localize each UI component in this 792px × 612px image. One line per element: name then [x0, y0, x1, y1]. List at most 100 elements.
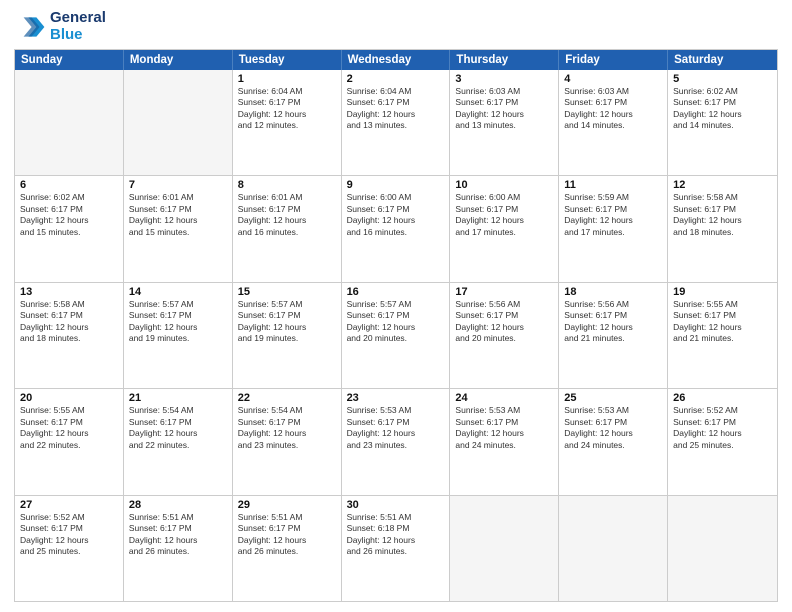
cell-info-line: and 15 minutes.	[129, 227, 227, 238]
cell-info-line: Sunrise: 6:04 AM	[347, 86, 445, 97]
day-number: 14	[129, 286, 227, 298]
cell-info-line: Sunset: 6:17 PM	[564, 417, 662, 428]
weekday-header-wednesday: Wednesday	[342, 50, 451, 70]
cell-info-line: and 25 minutes.	[673, 440, 772, 451]
cell-info-line: Sunset: 6:17 PM	[347, 97, 445, 108]
calendar-body: 1Sunrise: 6:04 AMSunset: 6:17 PMDaylight…	[15, 70, 777, 601]
cell-info-line: Sunrise: 6:01 AM	[129, 192, 227, 203]
cell-info-line: Daylight: 12 hours	[455, 215, 553, 226]
cell-info-line: Sunrise: 5:51 AM	[347, 512, 445, 523]
cell-info-line: Sunrise: 6:03 AM	[455, 86, 553, 97]
day-cell-20: 20Sunrise: 5:55 AMSunset: 6:17 PMDayligh…	[15, 389, 124, 494]
cell-info-line: Sunset: 6:17 PM	[564, 204, 662, 215]
day-number: 23	[347, 392, 445, 404]
cell-info-line: Sunset: 6:17 PM	[129, 417, 227, 428]
day-number: 30	[347, 499, 445, 511]
cell-info-line: Sunset: 6:17 PM	[673, 310, 772, 321]
day-number: 3	[455, 73, 553, 85]
cell-info-line: Daylight: 12 hours	[238, 535, 336, 546]
cell-info-line: Sunset: 6:17 PM	[673, 204, 772, 215]
day-cell-30: 30Sunrise: 5:51 AMSunset: 6:18 PMDayligh…	[342, 496, 451, 601]
day-number: 15	[238, 286, 336, 298]
cell-info-line: Sunset: 6:17 PM	[347, 204, 445, 215]
page: General Blue SundayMondayTuesdayWednesda…	[0, 0, 792, 612]
day-cell-22: 22Sunrise: 5:54 AMSunset: 6:17 PMDayligh…	[233, 389, 342, 494]
weekday-header-saturday: Saturday	[668, 50, 777, 70]
day-cell-4: 4Sunrise: 6:03 AMSunset: 6:17 PMDaylight…	[559, 70, 668, 175]
day-number: 5	[673, 73, 772, 85]
empty-cell	[450, 496, 559, 601]
cell-info-line: and 21 minutes.	[564, 333, 662, 344]
cell-info-line: Sunset: 6:17 PM	[20, 523, 118, 534]
cell-info-line: Sunrise: 6:02 AM	[20, 192, 118, 203]
cell-info-line: and 26 minutes.	[129, 546, 227, 557]
cell-info-line: Sunset: 6:17 PM	[129, 310, 227, 321]
cell-info-line: Sunset: 6:17 PM	[455, 417, 553, 428]
logo-line1: General	[50, 10, 106, 27]
cell-info-line: and 17 minutes.	[455, 227, 553, 238]
weekday-header-sunday: Sunday	[15, 50, 124, 70]
cell-info-line: Sunrise: 5:56 AM	[455, 299, 553, 310]
day-cell-26: 26Sunrise: 5:52 AMSunset: 6:17 PMDayligh…	[668, 389, 777, 494]
cell-info-line: and 19 minutes.	[238, 333, 336, 344]
day-number: 4	[564, 73, 662, 85]
cell-info-line: Sunset: 6:17 PM	[238, 204, 336, 215]
day-number: 22	[238, 392, 336, 404]
cell-info-line: Sunset: 6:17 PM	[347, 417, 445, 428]
logo-icon	[14, 11, 46, 43]
cell-info-line: Daylight: 12 hours	[20, 535, 118, 546]
cell-info-line: Sunrise: 5:57 AM	[238, 299, 336, 310]
cell-info-line: and 14 minutes.	[564, 120, 662, 131]
cell-info-line: Sunrise: 5:55 AM	[673, 299, 772, 310]
day-number: 16	[347, 286, 445, 298]
cell-info-line: Daylight: 12 hours	[347, 109, 445, 120]
day-cell-1: 1Sunrise: 6:04 AMSunset: 6:17 PMDaylight…	[233, 70, 342, 175]
cell-info-line: and 21 minutes.	[673, 333, 772, 344]
cell-info-line: Daylight: 12 hours	[455, 109, 553, 120]
day-cell-13: 13Sunrise: 5:58 AMSunset: 6:17 PMDayligh…	[15, 283, 124, 388]
cell-info-line: Daylight: 12 hours	[238, 215, 336, 226]
empty-cell	[15, 70, 124, 175]
cell-info-line: and 24 minutes.	[455, 440, 553, 451]
cell-info-line: Sunrise: 6:00 AM	[347, 192, 445, 203]
day-cell-5: 5Sunrise: 6:02 AMSunset: 6:17 PMDaylight…	[668, 70, 777, 175]
day-number: 13	[20, 286, 118, 298]
day-cell-21: 21Sunrise: 5:54 AMSunset: 6:17 PMDayligh…	[124, 389, 233, 494]
cell-info-line: Daylight: 12 hours	[347, 322, 445, 333]
logo-text: General Blue	[50, 10, 106, 43]
cell-info-line: Sunset: 6:17 PM	[238, 97, 336, 108]
cell-info-line: Daylight: 12 hours	[20, 215, 118, 226]
cell-info-line: Daylight: 12 hours	[564, 322, 662, 333]
day-cell-11: 11Sunrise: 5:59 AMSunset: 6:17 PMDayligh…	[559, 176, 668, 281]
week-row-4: 20Sunrise: 5:55 AMSunset: 6:17 PMDayligh…	[15, 388, 777, 494]
week-row-2: 6Sunrise: 6:02 AMSunset: 6:17 PMDaylight…	[15, 175, 777, 281]
cell-info-line: Daylight: 12 hours	[455, 322, 553, 333]
day-number: 2	[347, 73, 445, 85]
cell-info-line: Daylight: 12 hours	[129, 215, 227, 226]
cell-info-line: Daylight: 12 hours	[238, 109, 336, 120]
cell-info-line: Daylight: 12 hours	[673, 428, 772, 439]
cell-info-line: Sunrise: 5:58 AM	[673, 192, 772, 203]
day-number: 12	[673, 179, 772, 191]
day-number: 18	[564, 286, 662, 298]
cell-info-line: Sunrise: 5:54 AM	[238, 405, 336, 416]
cell-info-line: Daylight: 12 hours	[564, 428, 662, 439]
day-cell-10: 10Sunrise: 6:00 AMSunset: 6:17 PMDayligh…	[450, 176, 559, 281]
day-number: 20	[20, 392, 118, 404]
day-number: 8	[238, 179, 336, 191]
calendar-header: SundayMondayTuesdayWednesdayThursdayFrid…	[15, 50, 777, 70]
cell-info-line: and 15 minutes.	[20, 227, 118, 238]
day-cell-15: 15Sunrise: 5:57 AMSunset: 6:17 PMDayligh…	[233, 283, 342, 388]
day-cell-25: 25Sunrise: 5:53 AMSunset: 6:17 PMDayligh…	[559, 389, 668, 494]
cell-info-line: Daylight: 12 hours	[673, 215, 772, 226]
cell-info-line: Sunset: 6:17 PM	[564, 97, 662, 108]
cell-info-line: Sunrise: 5:52 AM	[20, 512, 118, 523]
cell-info-line: Daylight: 12 hours	[129, 428, 227, 439]
cell-info-line: and 26 minutes.	[238, 546, 336, 557]
day-number: 27	[20, 499, 118, 511]
cell-info-line: Sunset: 6:17 PM	[20, 204, 118, 215]
cell-info-line: Sunrise: 5:58 AM	[20, 299, 118, 310]
day-cell-2: 2Sunrise: 6:04 AMSunset: 6:17 PMDaylight…	[342, 70, 451, 175]
empty-cell	[668, 496, 777, 601]
day-cell-16: 16Sunrise: 5:57 AMSunset: 6:17 PMDayligh…	[342, 283, 451, 388]
